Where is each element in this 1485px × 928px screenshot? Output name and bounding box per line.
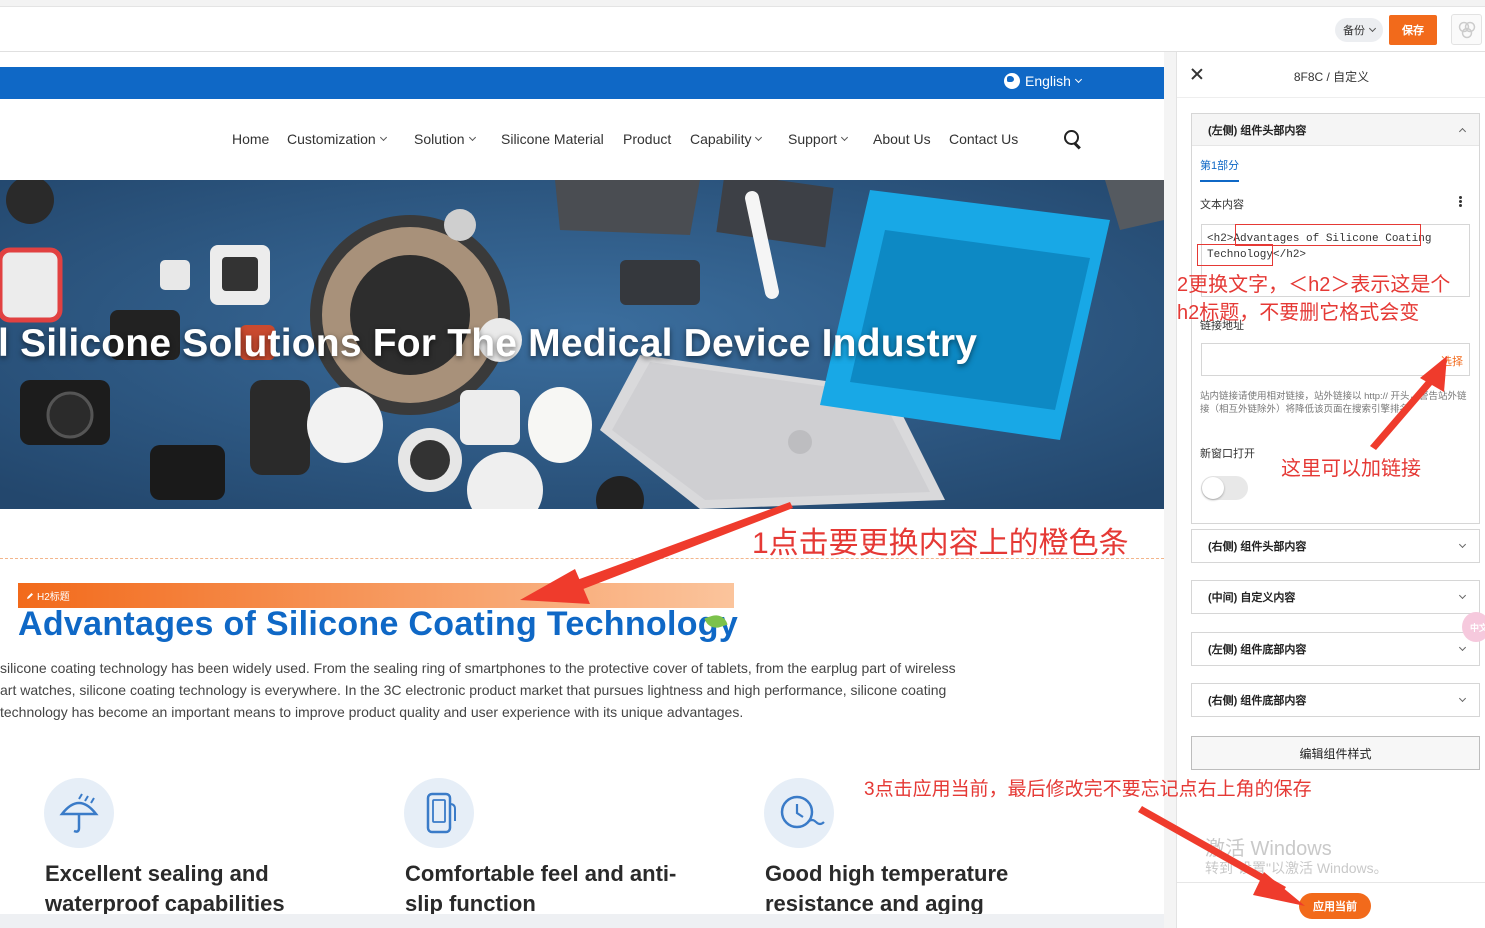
feature-title: Comfortable feel and anti- slip function (405, 861, 677, 914)
nav-label: Capability (690, 131, 752, 147)
annotation-link-note: 这里可以加链接 (1281, 458, 1421, 480)
chevron-down-icon (841, 133, 849, 142)
nav-label: Solution (414, 131, 465, 147)
chevron-up-icon (1458, 127, 1467, 136)
select-link-button[interactable]: 选择 (1441, 353, 1463, 369)
section-middle-custom[interactable]: (中间) 自定义内容 (1191, 580, 1480, 614)
globe-icon (1004, 73, 1020, 89)
section-header-toggle[interactable]: (中间) 自定义内容 (1192, 581, 1479, 613)
paragraph-line: silicone coating technology has been wid… (0, 660, 956, 676)
save-button[interactable]: 保存 (1389, 15, 1437, 45)
chevron-down-icon (755, 133, 763, 142)
chevron-down-icon (1458, 694, 1467, 703)
language-switcher[interactable]: English (1004, 73, 1082, 89)
logo-icon (1458, 21, 1475, 38)
search-icon[interactable] (1064, 130, 1082, 148)
chevron-down-icon (1074, 75, 1082, 84)
chevron-down-icon (1458, 540, 1467, 549)
annotation-box-text (1197, 244, 1273, 266)
section-header-toggle[interactable]: (左侧) 组件底部内容 (1192, 633, 1479, 665)
nav-about-us[interactable]: About Us (873, 131, 931, 147)
nav-label: Contact Us (949, 131, 1019, 147)
section-header-toggle[interactable]: (右侧) 组件底部内容 (1192, 684, 1479, 716)
annotation-box-text (1235, 224, 1421, 246)
panel-title: 8F8C / 自定义 (1293, 70, 1370, 84)
section-right-header[interactable]: (右侧) 组件头部内容 (1191, 529, 1480, 563)
panel-header: 8F8C / 自定义 (1177, 52, 1485, 98)
nav-label: Silicone Material (501, 131, 604, 147)
paragraph-line: technology has become an important means… (0, 704, 744, 720)
section-title: (右侧) 组件头部内容 (1208, 541, 1307, 553)
h2-tag-label: H2标题 (37, 592, 70, 603)
feature-title: Excellent sealing and waterproof capabil… (45, 861, 285, 914)
language-float-badge[interactable]: 中文 (1462, 612, 1485, 642)
umbrella-icon (44, 778, 114, 848)
nav-contact-us[interactable]: Contact Us (949, 131, 1018, 147)
nav-label: About Us (873, 131, 931, 147)
site-top-bar: English (0, 67, 1164, 99)
nav-customization[interactable]: Customization (287, 131, 387, 147)
chevron-down-icon (1458, 591, 1467, 600)
section-left-footer[interactable]: (左侧) 组件底部内容 (1191, 632, 1480, 666)
hero-banner: l Silicone Solutions For The Medical Dev… (0, 180, 1164, 509)
site-nav: Home Customization Solution Silicone Mat… (0, 99, 1164, 180)
nav-label: Home (232, 131, 270, 147)
annotation-step2: 2更换文字，＜h2＞表示这是个 (1177, 274, 1451, 296)
edit-component-style-button[interactable]: 编辑组件样式 (1191, 736, 1480, 770)
tab-part-1[interactable]: 第1部分 (1200, 157, 1240, 182)
chevron-down-icon (468, 133, 476, 142)
nav-solution[interactable]: Solution (414, 131, 476, 147)
windows-activation-title: 激活 Windows (1205, 838, 1332, 860)
nav-capability[interactable]: Capability (690, 131, 763, 147)
section-title: (左侧) 组件底部内容 (1208, 644, 1307, 656)
section-heading: Advantages of Silicone Coating Technolog… (18, 605, 739, 643)
more-options-icon[interactable] (1459, 196, 1462, 207)
nav-home[interactable]: Home (232, 131, 269, 147)
toolbar-top-strip (0, 0, 1485, 7)
banner-title: l Silicone Solutions For The Medical Dev… (0, 322, 978, 365)
text-content-label: 文本内容 (1200, 199, 1244, 211)
feature-title: Good high temperature resistance and agi… (765, 861, 1009, 914)
link-url-input[interactable]: 选择 (1201, 343, 1470, 376)
annotation-step2: h2标题，不要删它格式会变 (1177, 302, 1420, 324)
phone-icon (404, 778, 474, 848)
section-title: (中间) 自定义内容 (1208, 592, 1296, 604)
pencil-icon (27, 592, 33, 599)
section-header-toggle[interactable]: (右侧) 组件头部内容 (1192, 530, 1479, 562)
chevron-down-icon (1458, 643, 1467, 652)
backup-label: 备份 (1343, 25, 1365, 37)
editor-toolbar: 备份 保存 (0, 0, 1485, 52)
new-window-toggle[interactable] (1201, 476, 1248, 500)
nav-product[interactable]: Product (623, 131, 671, 147)
apply-current-button[interactable]: 应用当前 (1299, 893, 1371, 919)
windows-activation-subtitle: 转到"设置"以激活 Windows。 (1205, 860, 1388, 876)
nav-support[interactable]: Support (788, 131, 849, 147)
new-window-label: 新窗口打开 (1200, 448, 1255, 460)
paragraph-line: art watches, silicone coating technology… (0, 682, 947, 698)
nav-silicone-material[interactable]: Silicone Material (501, 131, 604, 147)
nav-label: Product (623, 131, 672, 147)
annotation-step1: 1点击要更换内容上的橙色条 (752, 527, 1129, 560)
chevron-down-icon (1368, 24, 1377, 33)
panel-footer: 应用当前 (1177, 882, 1485, 928)
section-right-footer[interactable]: (右侧) 组件底部内容 (1191, 683, 1480, 717)
language-label: English (1025, 73, 1071, 89)
nav-label: Support (788, 131, 838, 147)
temperature-clock-icon (764, 778, 834, 848)
chevron-down-icon (379, 133, 387, 142)
section-title: (左侧) 组件头部内容 (1208, 124, 1307, 137)
app-logo[interactable] (1451, 14, 1482, 45)
annotation-step3: 3点击应用当前，最后修改完不要忘记点右上角的保存 (864, 779, 1312, 800)
backup-button[interactable]: 备份 (1335, 18, 1383, 42)
section-title: (右侧) 组件底部内容 (1208, 695, 1307, 707)
section-header-toggle[interactable]: (左侧) 组件头部内容 (1192, 114, 1479, 146)
nav-label: Customization (287, 131, 376, 147)
link-hint-text: 站内链接请使用相对链接，站外链接以 http:// 开头，警告站外链接（相互外链… (1200, 391, 1467, 415)
